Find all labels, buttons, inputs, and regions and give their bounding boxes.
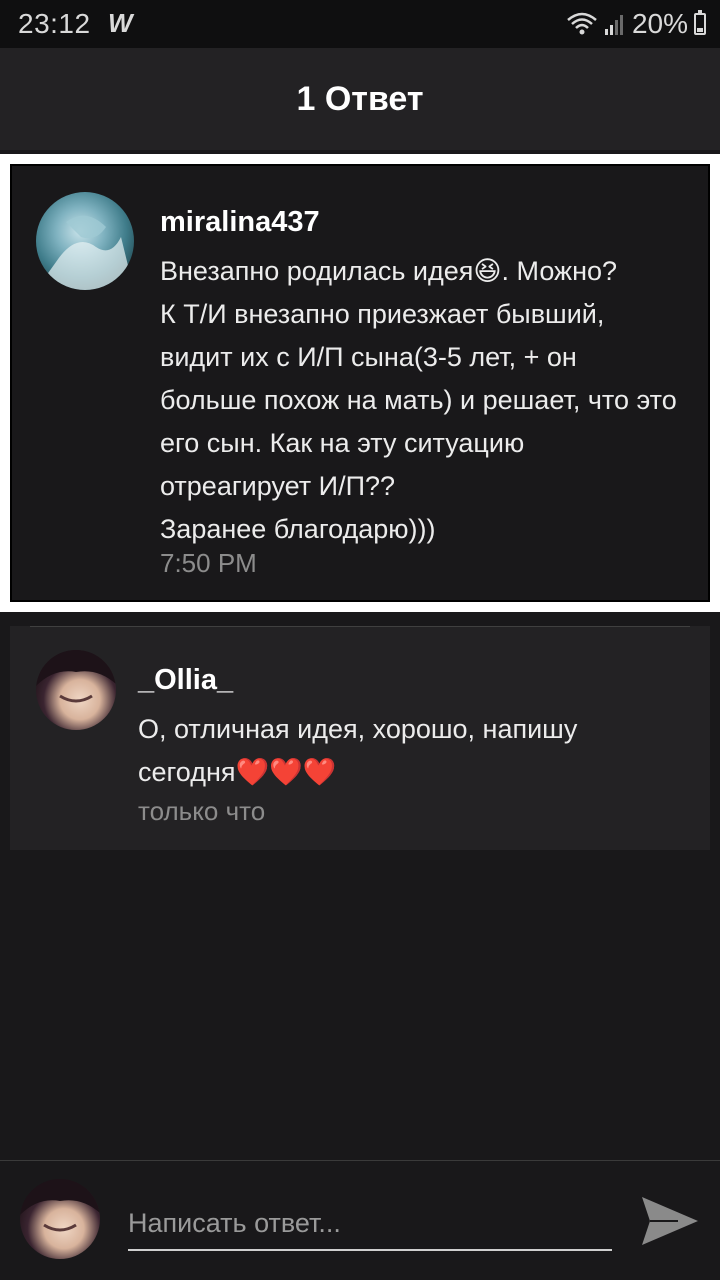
send-icon: [642, 1197, 698, 1245]
battery-icon: [694, 10, 706, 35]
avatar[interactable]: [36, 192, 134, 290]
avatar: [20, 1179, 100, 1259]
avatar-image: [36, 215, 134, 290]
original-comment: miralina437 Внезапно родилась идея😆. Мож…: [10, 164, 710, 602]
wifi-icon: [567, 12, 597, 35]
divider: [30, 626, 690, 627]
status-bar: 23:12 W 20%: [0, 0, 720, 48]
avatar-image: [36, 650, 116, 703]
username[interactable]: _Ollia_: [138, 664, 233, 697]
page-header: 1 Ответ: [0, 48, 720, 150]
timestamp: 7:50 PM: [160, 548, 257, 578]
comment-text: О, отличная идея, хорошо, напишу сегодня…: [138, 714, 578, 787]
wattpad-notification-icon: W: [108, 8, 133, 38]
reply-comment: _Ollia_ О, отличная идея, хорошо, напишу…: [10, 626, 710, 850]
original-comment-frame: miralina437 Внезапно родилась идея😆. Мож…: [0, 154, 720, 612]
avatar-image: [20, 1179, 100, 1232]
send-button[interactable]: [638, 1191, 702, 1251]
comment-text: Внезапно родилась идея😆. Можно? К Т/И вн…: [160, 256, 677, 544]
timestamp: только что: [138, 796, 266, 826]
avatar[interactable]: [36, 650, 116, 730]
battery-percent: 20%: [631, 8, 688, 39]
reply-composer: [0, 1160, 720, 1280]
status-icons: 20%: [566, 6, 706, 42]
username[interactable]: miralina437: [160, 206, 320, 239]
status-time: 23:12: [18, 8, 91, 39]
signal-icon: [604, 15, 623, 35]
page-title: 1 Ответ: [296, 79, 424, 118]
reply-input[interactable]: [128, 1197, 612, 1251]
